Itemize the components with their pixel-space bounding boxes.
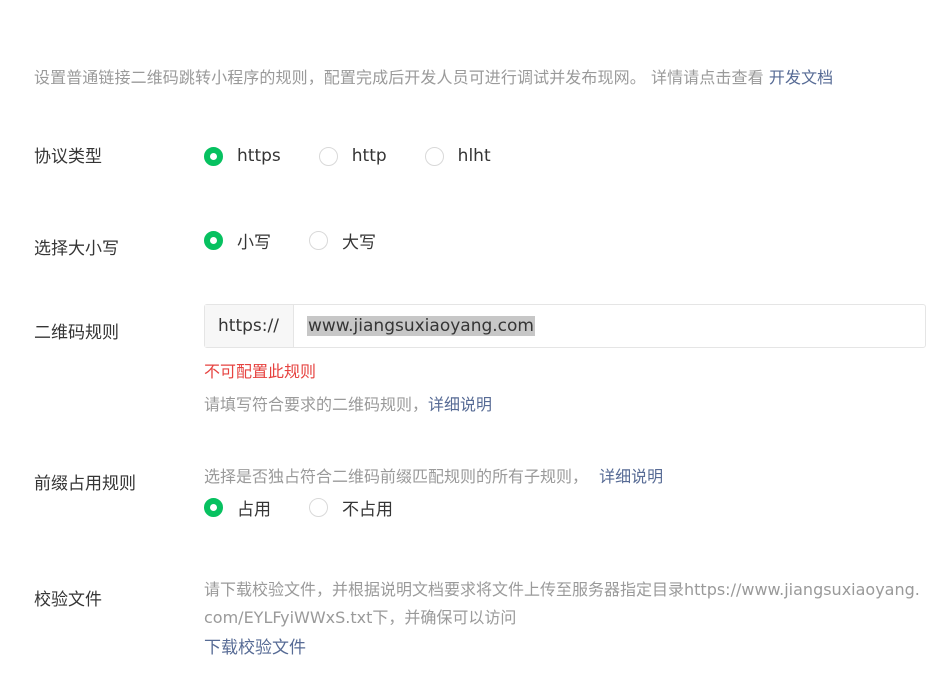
verify-file-label: 校验文件 (34, 590, 102, 610)
qr-rule-label: 二维码规则 (34, 323, 119, 343)
prefix-option-occupy[interactable]: 占用 (204, 495, 271, 520)
qr-rule-input-value: www.jiangsuxiaoyang.com (307, 316, 535, 336)
prefix-rule-radio-group: 占用 不占用 (204, 495, 393, 520)
qr-rule-tip-text: 请填写符合要求的二维码规则， (204, 395, 429, 414)
qr-rule-tip: 请填写符合要求的二维码规则，详细说明 (204, 391, 492, 415)
qr-rule-detail-link[interactable]: 详细说明 (428, 395, 492, 414)
case-option-lower[interactable]: 小写 (204, 228, 271, 253)
radio-unchecked-icon (309, 498, 328, 517)
protocol-option-http[interactable]: http (318, 146, 387, 166)
qr-rule-input[interactable]: www.jiangsuxiaoyang.com (294, 305, 925, 347)
radio-unchecked-icon (424, 146, 444, 166)
qr-rule-error: 不可配置此规则 (204, 362, 317, 381)
protocol-label: 协议类型 (34, 147, 102, 167)
prefix-rule-tip: 选择是否独占符合二维码前缀匹配规则的所有子规则， 详细说明 (204, 463, 663, 487)
case-option-upper[interactable]: 大写 (309, 228, 376, 253)
qr-rule-prefix: https:// (205, 305, 294, 347)
dev-docs-link[interactable]: 开发文档 (769, 68, 833, 87)
radio-checked-icon (204, 231, 223, 250)
case-option-label: 大写 (342, 233, 376, 253)
protocol-option-https[interactable]: https (204, 146, 281, 166)
protocol-option-label: http (351, 146, 387, 166)
radio-checked-icon (204, 498, 223, 517)
qr-rule-field: https:// www.jiangsuxiaoyang.com (204, 304, 926, 348)
case-option-label: 小写 (237, 233, 271, 253)
prefix-rule-detail-link[interactable]: 详细说明 (599, 467, 663, 486)
case-label: 选择大小写 (34, 239, 119, 259)
download-verify-file-link[interactable]: 下载校验文件 (204, 633, 306, 658)
radio-checked-icon (204, 146, 223, 166)
radio-unchecked-icon (309, 231, 328, 250)
protocol-option-label: hlht (457, 146, 491, 166)
radio-unchecked-icon (318, 146, 338, 166)
case-radio-group: 小写 大写 (204, 228, 376, 253)
verify-file-desc: 请下载校验文件，并根据说明文档要求将文件上传至服务器指定目录https://ww… (204, 580, 920, 627)
prefix-option-label: 不占用 (342, 500, 393, 520)
protocol-radio-group: https http hlht (204, 146, 491, 166)
prefix-option-not-occupy[interactable]: 不占用 (309, 495, 393, 520)
protocol-option-hlht[interactable]: hlht (424, 146, 491, 166)
prefix-rule-label: 前缀占用规则 (34, 474, 136, 494)
protocol-option-label: https (237, 146, 281, 166)
intro-description: 设置普通链接二维码跳转小程序的规则，配置完成后开发人员可进行调试并发布现网。 详… (34, 68, 764, 87)
prefix-rule-tip-text: 选择是否独占符合二维码前缀匹配规则的所有子规则， (204, 467, 589, 486)
intro-text: 设置普通链接二维码跳转小程序的规则，配置完成后开发人员可进行调试并发布现网。 详… (34, 64, 833, 88)
prefix-option-label: 占用 (237, 500, 271, 520)
